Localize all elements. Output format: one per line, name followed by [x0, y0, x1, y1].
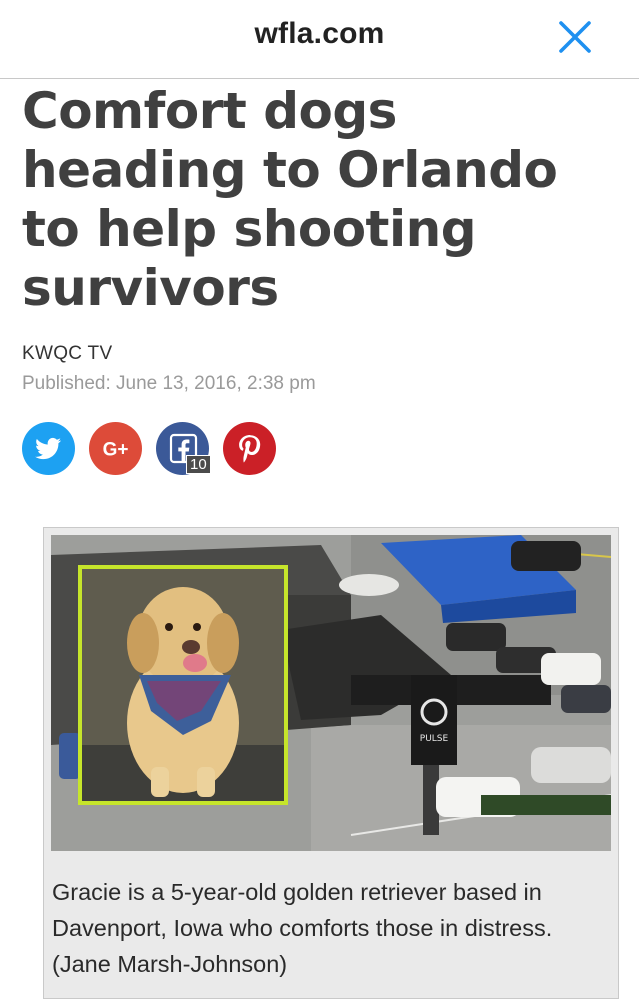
publish-date: Published: June 13, 2016, 2:38 pm — [22, 373, 316, 394]
svg-text:G+: G+ — [103, 440, 129, 461]
google-plus-share-button[interactable]: G+ — [89, 422, 142, 475]
browser-header: wfla.com — [0, 0, 639, 79]
close-icon[interactable] — [556, 18, 596, 58]
twitter-bird-icon — [35, 437, 62, 460]
pinterest-p-icon — [239, 435, 261, 463]
facebook-share-count: 10 — [186, 455, 211, 474]
article-photo[interactable]: PULSE — [51, 535, 612, 851]
twitter-share-button[interactable] — [22, 422, 75, 475]
google-plus-icon: G+ — [103, 440, 129, 461]
article-headline: Comfort dogs heading to Orlando to help … — [22, 82, 558, 317]
article-source: KWQC TV — [22, 343, 113, 364]
article-figure: PULSE Gracie is a 5-year-old golden retr… — [43, 527, 619, 999]
svg-text:PULSE: PULSE — [420, 734, 449, 744]
photo-caption: Gracie is a 5-year-old golden retriever … — [52, 879, 553, 977]
pinterest-share-button[interactable] — [223, 422, 276, 475]
site-domain: wfla.com — [254, 17, 385, 50]
